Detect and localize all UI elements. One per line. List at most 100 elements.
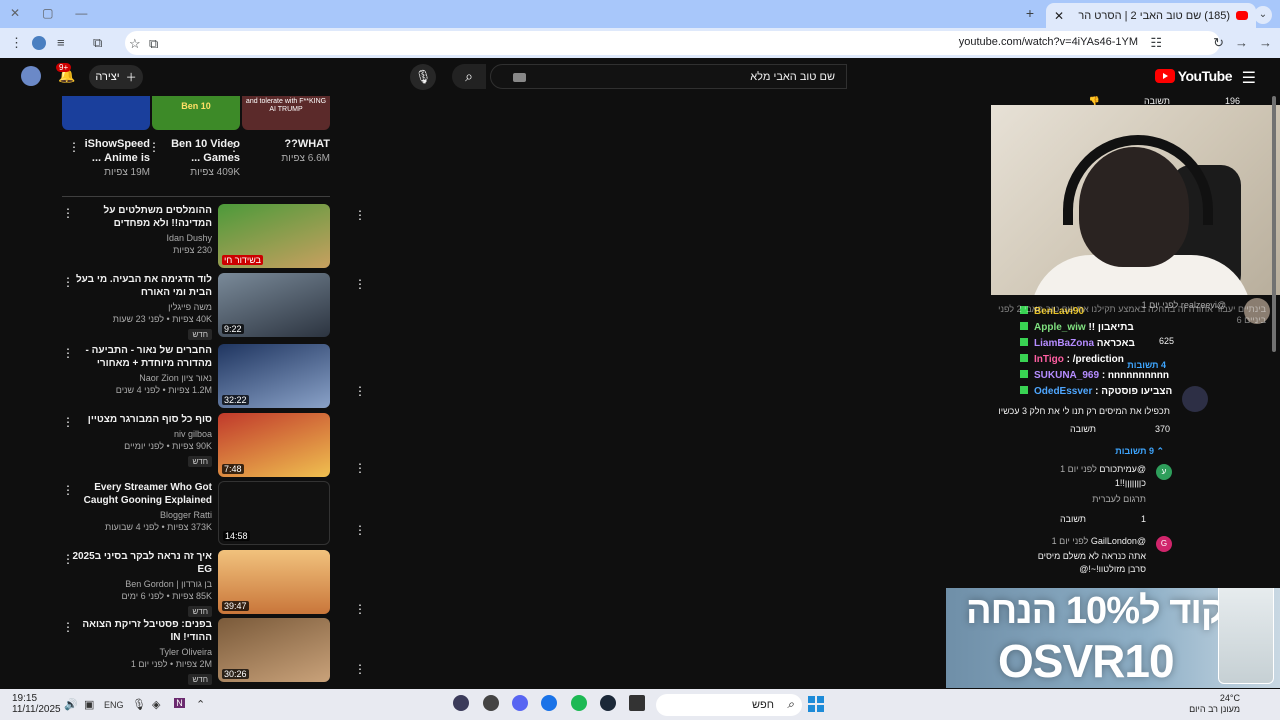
video-card[interactable]: 30:26 בפנים: פסטיבל זריקת הצואה ההודי! I… [58,618,370,685]
clock-time: 19:15 [12,693,38,704]
close-window-icon[interactable]: ✕ [10,6,20,20]
keyboard-icon[interactable] [513,73,526,82]
page-scrollbar[interactable] [1270,96,1278,352]
more-options-icon[interactable]: ⋮ [62,483,74,497]
extensions-icon[interactable]: ⧉ [93,35,102,51]
comment-avatar[interactable] [1182,386,1208,412]
tray-app-icon[interactable]: ◈ [152,698,160,711]
clock[interactable]: 19:15 11/11/2025 [12,693,61,715]
reply-button[interactable]: תשובה [1070,424,1096,434]
video-thumbnail: 9:22 [218,273,330,337]
show-replies-button[interactable]: 4 תשובות [1127,360,1166,370]
tray-app-icon[interactable]: N [174,698,185,708]
short-card[interactable]: iShowSpeed Anime is ... 19M צפיות ⋮ [62,96,150,178]
spotify-icon[interactable] [571,695,587,711]
channel-name: משה פייגלין [168,302,212,312]
video-card[interactable]: בשידור חי ההומלסים משתלטים על המדינה!! ו… [58,204,370,270]
more-options-icon[interactable]: ⋮ [62,415,74,429]
site-settings-icon[interactable]: ☷ [1150,35,1162,51]
more-options-icon[interactable]: ⋮ [354,461,366,475]
address-bar[interactable]: ☆ ⧉ youtube.com/watch?v=4iYAs46-1YM ☷ [125,31,1220,55]
weather-widget[interactable]: 24°C מעונן רב היום [1189,693,1240,715]
tab-close-icon[interactable]: ✕ [1054,9,1064,23]
tab-search-chevron-icon[interactable]: ⌄ [1254,6,1272,24]
more-options-icon[interactable]: ⋮ [354,523,366,537]
short-views: 409K צפיות [190,167,240,178]
translate-link[interactable]: תרגום לעברית [1092,494,1146,504]
language-indicator[interactable]: ENG [104,700,124,710]
start-windows-icon[interactable] [808,696,824,712]
voice-search-mic-icon[interactable]: 🎙 [410,64,436,90]
short-thumbnail [62,96,150,130]
more-options-icon[interactable]: ⋮ [354,208,366,222]
discord-icon[interactable] [512,695,528,711]
chevron-up-icon[interactable]: ⌃ [196,698,205,711]
video-card[interactable]: 9:22 לוד הדגימה את הבעיה. מי בעל הבית ומ… [58,273,370,342]
tab-title: (185) שם טוב האבי 2 | הסרט הר [1078,9,1230,22]
more-options-icon[interactable]: ⋮ [62,346,74,360]
back-icon[interactable]: → [1259,35,1272,50]
volume-icon[interactable]: 🔊 [64,698,78,711]
maximize-icon[interactable]: ▢ [42,6,53,20]
install-icon[interactable]: ⧉ [149,36,158,52]
promo-discount-text: קוד ל10% הנחה [966,590,1226,632]
video-title: ההומלסים משתלטים על המדינה!! ולא מפחדים … [103,205,212,229]
chrome-icon[interactable] [541,695,557,711]
menu-icon[interactable]: ⋮ [10,35,23,51]
more-options-icon[interactable]: ⋮ [62,275,74,289]
profile-avatar[interactable] [32,36,46,50]
video-card[interactable]: 14:58 Every Streamer Who Got Caught Goon… [58,481,370,547]
taskbar-app-icon[interactable] [453,695,469,711]
reply-author[interactable]: @GailLondon [1091,536,1146,546]
more-options-icon[interactable]: ⋮ [62,620,74,634]
reply-avatar[interactable]: G [1156,536,1172,552]
search-query: שם טוב האבי מלא [750,71,835,83]
channel-name: Blogger Ratti [159,510,212,520]
more-options-icon[interactable]: ⋮ [354,277,366,291]
more-options-icon[interactable]: ⋮ [354,662,366,676]
create-button[interactable]: יצירה ＋ [89,65,143,89]
channel-name: niv gilboa [173,429,212,439]
notifications-bell-icon[interactable]: 🔔 9+ [56,63,75,84]
reply-button[interactable]: תשובה [1060,514,1086,524]
network-icon[interactable]: ▣ [84,698,94,711]
file-explorer-icon[interactable] [629,695,645,711]
reply-author[interactable]: @עמיתכורם [1099,464,1146,474]
steam-icon[interactable] [600,695,616,711]
account-avatar[interactable] [21,66,41,86]
short-thumb-text: Ben 10 [181,101,211,111]
guide-menu-icon[interactable]: ☰ [1242,68,1256,88]
video-card[interactable]: 7:48 סוף כל סוף המבורגר מצטיין niv gilbo… [58,413,370,479]
new-tab-button[interactable]: + [1026,5,1034,21]
video-card[interactable]: 32:22 החברים של נאור - התביעה - מהדורה מ… [58,344,370,410]
short-card[interactable]: and tolerate with F**KING AI TRUMP WHAT?… [228,96,330,164]
video-info: לוד הדגימה את הבעיה. מי בעל הבית ומי האו… [72,273,212,342]
reading-list-icon[interactable]: ≡ [57,35,65,50]
video-card[interactable]: 39:47 איך זה נראה לבקר בסיני ב2025 EG בן… [58,550,370,617]
short-card[interactable]: Ben 10 Ben 10 Video Games ... 409K צפיות… [148,96,240,178]
taskbar-search-placeholder: חפש [752,699,774,711]
search-input[interactable]: שם טוב האבי מלא [490,64,847,89]
mic-icon[interactable]: 🎙 [132,698,146,711]
more-options-icon[interactable]: ⋮ [354,602,366,616]
reply-avatar[interactable]: ע [1156,464,1172,480]
forward-icon[interactable]: → [1235,35,1248,50]
browser-tab-active[interactable]: (185) שם טוב האבי 2 | הסרט הר ✕ [1046,3,1256,28]
show-replies-button[interactable]: ⌃ 9 תשובות [1115,446,1164,457]
scrollbar-thumb[interactable] [1272,96,1276,352]
taskbar-search[interactable]: חפש ⌕ [656,694,802,716]
bookmark-star-icon[interactable]: ☆ [129,36,141,52]
weather-temp: 24°C [1219,693,1240,703]
notification-count: 9+ [56,63,72,72]
more-options-icon[interactable]: ⋮ [68,140,80,154]
minimize-icon[interactable]: — [75,6,87,20]
more-options-icon[interactable]: ⋮ [354,384,366,398]
reload-icon[interactable]: ↻ [1213,35,1224,51]
more-options-icon[interactable]: ⋮ [62,206,74,220]
taskbar-app-icon[interactable] [483,695,499,711]
search-button[interactable]: ⌕ [452,64,486,89]
more-options-icon[interactable]: ⋮ [62,552,74,566]
youtube-logo[interactable]: YouTube [1154,68,1233,84]
video-info: סוף כל סוף המבורגר מצטיין niv gilboa 90K… [72,413,212,469]
create-label: יצירה [95,71,120,83]
